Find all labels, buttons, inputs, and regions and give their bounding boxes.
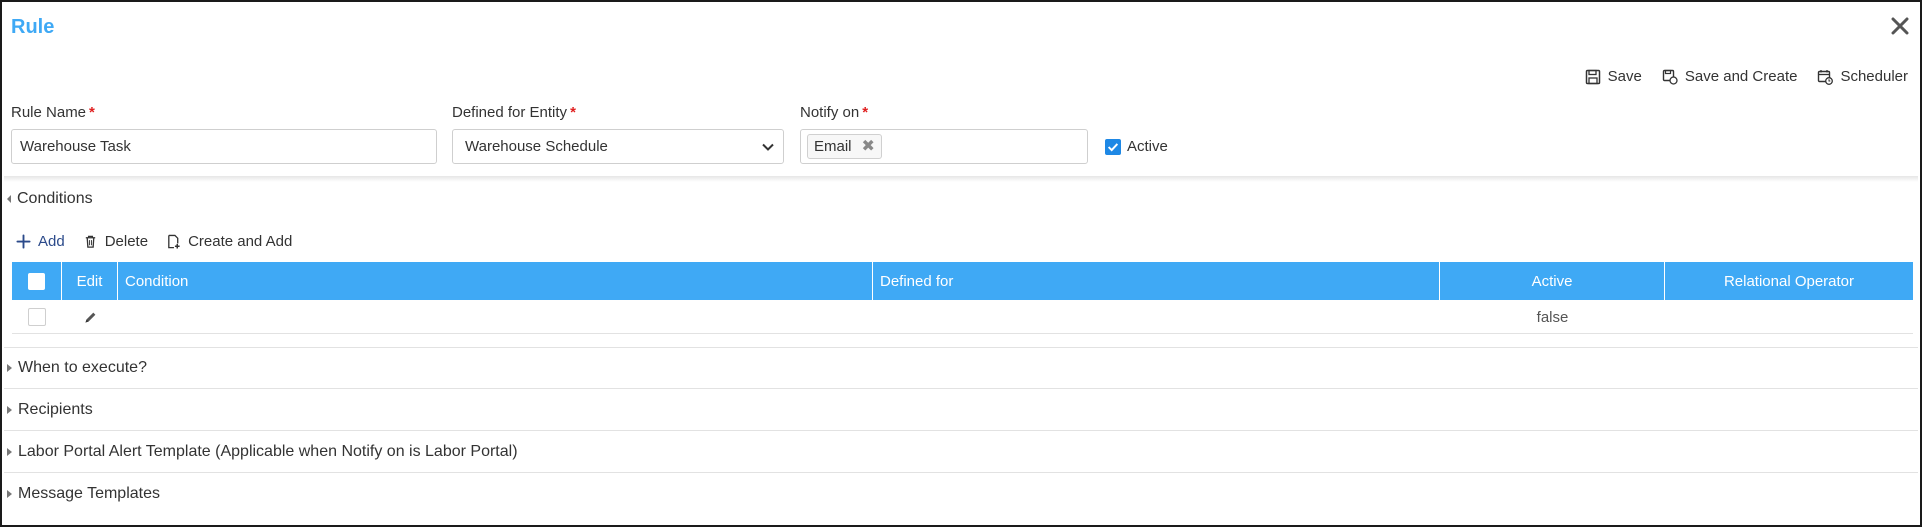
defined-for-entity-label-text: Defined for Entity [452, 104, 568, 121]
section-title: Labor Portal Alert Template (Applicable … [18, 442, 518, 460]
row-edit-cell [62, 300, 118, 334]
conditions-grid-header: Edit Condition Defined for Active Relati… [12, 262, 1913, 300]
section-title: Message Templates [18, 485, 160, 502]
active-checkbox-group: Active [1105, 138, 1168, 155]
close-icon[interactable] [1888, 14, 1912, 38]
row-checkbox[interactable] [28, 308, 46, 326]
section-recipients[interactable]: Recipients [4, 389, 1918, 431]
delete-label: Delete [104, 233, 149, 250]
column-header-relational-operator[interactable]: Relational Operator [1665, 262, 1913, 300]
grid-toolbar: Add Delete Create and Add [16, 233, 292, 250]
scheduler-label: Scheduler [1840, 68, 1908, 85]
check-icon [1107, 142, 1119, 151]
required-mark: * [89, 104, 95, 121]
floppy-disk-icon [1585, 69, 1600, 84]
section-title: Conditions [17, 190, 93, 207]
notify-on-chip: Email ✖ [807, 134, 882, 159]
row-defined-for [873, 300, 1440, 334]
chevron-down-icon [762, 143, 774, 151]
notify-on-multiselect[interactable]: Email ✖ [800, 129, 1088, 164]
pencil-icon[interactable] [83, 310, 98, 325]
caret-right-icon [7, 490, 12, 498]
column-header-edit[interactable]: Edit [62, 262, 118, 300]
defined-for-entity-select[interactable]: Warehouse Schedule [452, 129, 784, 164]
calendar-clock-icon [1818, 69, 1834, 85]
rule-name-label: Rule Name * [11, 104, 95, 121]
rule-name-input[interactable]: Warehouse Task [11, 129, 437, 164]
row-select-cell [12, 300, 62, 334]
save-label: Save [1607, 68, 1642, 85]
create-and-add-button[interactable]: Create and Add [166, 233, 292, 250]
dialog-title: Rule [11, 16, 55, 38]
column-header-condition[interactable]: Condition [118, 262, 873, 300]
notify-on-label-text: Notify on [800, 104, 860, 121]
required-mark: * [862, 104, 869, 121]
notify-on-label: Notify on * [800, 104, 868, 121]
chip-remove-icon[interactable]: ✖ [862, 138, 875, 155]
rule-name-label-text: Rule Name [11, 104, 87, 121]
save-and-create-button[interactable]: Save and Create [1662, 68, 1798, 85]
plus-icon [16, 234, 31, 249]
select-all-cell [12, 262, 62, 300]
document-add-icon [168, 234, 180, 249]
column-header-active[interactable]: Active [1440, 262, 1665, 300]
save-button[interactable]: Save [1585, 68, 1642, 85]
caret-down-icon [7, 195, 11, 203]
table-row: false [12, 300, 1913, 334]
required-mark: * [570, 104, 576, 121]
chip-label: Email [814, 138, 852, 155]
caret-right-icon [7, 405, 12, 414]
trash-icon [85, 235, 95, 248]
section-title: Recipients [18, 400, 93, 418]
section-title: When to execute? [18, 359, 147, 376]
active-label: Active [1127, 138, 1168, 155]
select-all-checkbox[interactable] [28, 272, 45, 290]
rule-dialog: Rule Save Save and Create Scheduler Rule… [0, 0, 1922, 527]
defined-for-entity-label: Defined for Entity * [452, 104, 576, 121]
row-relational-operator [1665, 300, 1913, 334]
row-condition [118, 300, 873, 334]
add-label: Add [38, 233, 65, 250]
active-checkbox[interactable] [1105, 138, 1121, 155]
dialog-toolbar: Save Save and Create Scheduler [1585, 68, 1908, 85]
section-labor-portal-alert-template[interactable]: Labor Portal Alert Template (Applicable … [4, 431, 1918, 473]
delete-button[interactable]: Delete [83, 233, 148, 250]
section-when-to-execute[interactable]: When to execute? [4, 347, 1918, 389]
caret-right-icon [7, 447, 12, 456]
scheduler-button[interactable]: Scheduler [1817, 68, 1908, 85]
save-and-create-label: Save and Create [1684, 68, 1798, 85]
create-and-add-label: Create and Add [188, 233, 293, 250]
rule-name-value: Warehouse Task [20, 138, 131, 155]
row-active: false [1536, 308, 1569, 326]
section-message-templates[interactable]: Message Templates [4, 473, 1918, 515]
caret-right-icon [7, 364, 12, 372]
section-conditions[interactable]: Conditions [4, 178, 1918, 220]
save-and-create-icon [1662, 69, 1678, 85]
add-button[interactable]: Add [16, 233, 65, 250]
defined-for-entity-value: Warehouse Schedule [465, 138, 608, 155]
column-header-defined-for[interactable]: Defined for [873, 262, 1440, 300]
